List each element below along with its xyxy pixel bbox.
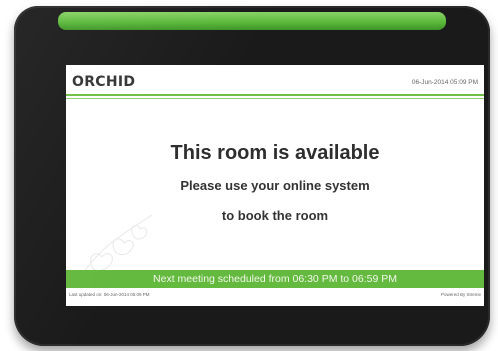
- current-datetime: 06-Jun-2014 05:09 PM: [411, 79, 478, 86]
- availability-message: This room is available Please use your o…: [66, 142, 484, 223]
- led-status-strip: [58, 12, 446, 30]
- next-meeting-banner: Next meeting scheduled from 06:30 PM to …: [66, 270, 484, 288]
- booking-instruction-line2: to book the room: [221, 208, 329, 223]
- orchid-logo: ORCHID: [72, 74, 136, 90]
- powered-by-text: Powered By Streme: [440, 292, 481, 297]
- tablet-device: ORCHID 06-Jun-2014 05:09 PM This room is…: [14, 6, 490, 346]
- last-updated-text: Last updated on: 06-Jun-2014 05:09 PM: [69, 292, 150, 297]
- header: ORCHID 06-Jun-2014 05:09 PM: [66, 65, 484, 94]
- availability-headline: This room is available: [170, 142, 380, 164]
- header-divider-thin: [66, 98, 484, 99]
- room-display-screen: ORCHID 06-Jun-2014 05:09 PM This room is…: [66, 65, 484, 306]
- booking-instruction-line1: Please use your online system: [180, 178, 370, 193]
- header-divider: [66, 94, 484, 96]
